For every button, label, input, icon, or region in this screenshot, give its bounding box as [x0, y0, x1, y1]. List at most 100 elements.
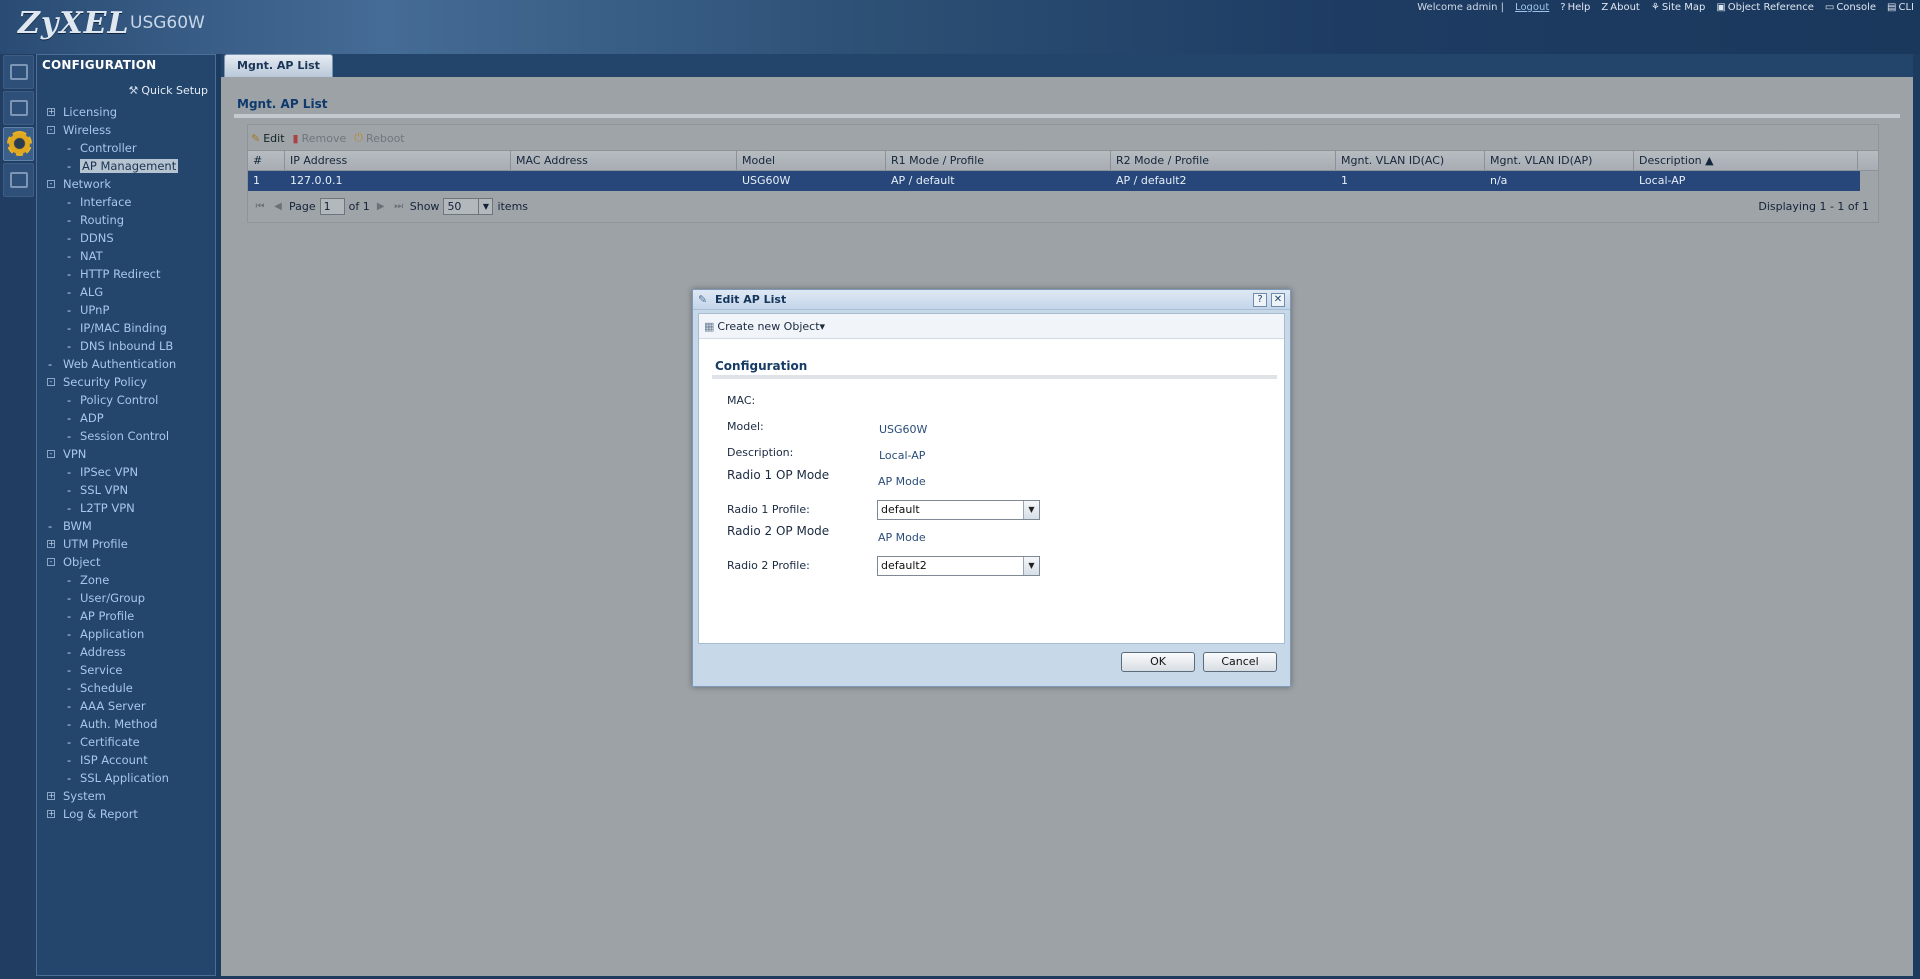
sidebar-item-vpn[interactable]: - VPN	[37, 445, 215, 463]
sidebar-item-zone[interactable]: - Zone	[37, 571, 215, 589]
edit-button[interactable]: ✎ Edit	[251, 132, 285, 145]
sidebar-item-ssl-vpn[interactable]: - SSL VPN	[37, 481, 215, 499]
dashboard-button[interactable]	[3, 55, 34, 89]
console-link[interactable]: ▭ Console	[1825, 2, 1876, 13]
sidebar-item-ap-management[interactable]: - AP Management	[37, 157, 215, 175]
column-header[interactable]: IP Address	[285, 151, 511, 170]
sidebar-item-schedule[interactable]: - Schedule	[37, 679, 215, 697]
sidebar-item-upnp[interactable]: - UPnP	[37, 301, 215, 319]
create-new-object-button[interactable]: ▦ Create new Object▾	[704, 320, 825, 333]
sidebar-item-log-report[interactable]: + Log & Report	[37, 805, 215, 823]
page-number-input[interactable]: 1	[319, 197, 345, 215]
sidebar-item-licensing[interactable]: + Licensing	[37, 103, 215, 121]
column-header[interactable]: R2 Mode / Profile	[1111, 151, 1336, 170]
sidebar-item-ip-mac-binding[interactable]: - IP/MAC Binding	[37, 319, 215, 337]
column-header[interactable]: #	[248, 151, 285, 170]
expand-icon[interactable]: +	[47, 792, 55, 800]
sidebar-item-interface[interactable]: - Interface	[37, 193, 215, 211]
sidebar-item-user-group[interactable]: - User/Group	[37, 589, 215, 607]
site-map-link[interactable]: ⚘ Site Map	[1651, 2, 1705, 13]
sidebar-item-service[interactable]: - Service	[37, 661, 215, 679]
sidebar-item-controller[interactable]: - Controller	[37, 139, 215, 157]
model-value: USG60W	[879, 423, 928, 436]
radio2-profile-select[interactable]: default2 ▼	[877, 556, 1040, 576]
model-label: Model:	[727, 420, 764, 433]
column-header[interactable]: R1 Mode / Profile	[886, 151, 1111, 170]
title-divider	[234, 114, 1900, 118]
maintenance-button[interactable]	[3, 163, 34, 197]
table-row[interactable]: 1 127.0.0.1 USG60W AP / default AP / default…	[248, 171, 1860, 191]
sidebar-item-policy-control[interactable]: - Policy Control	[37, 391, 215, 409]
sidebar-item-wireless[interactable]: - Wireless	[37, 121, 215, 139]
help-link[interactable]: ? Help	[1560, 2, 1590, 13]
sidebar-item-label: Licensing	[63, 105, 118, 119]
sidebar-item-session-control[interactable]: - Session Control	[37, 427, 215, 445]
cancel-button[interactable]: Cancel	[1203, 652, 1277, 672]
sidebar-item-nat[interactable]: - NAT	[37, 247, 215, 265]
radio1-profile-select[interactable]: default ▼	[877, 500, 1040, 520]
close-icon[interactable]: ✕	[1271, 293, 1285, 307]
expand-icon[interactable]: +	[47, 108, 55, 116]
tab-mgnt-ap-list[interactable]: Mgnt. AP List	[224, 54, 333, 77]
expand-icon[interactable]: +	[47, 810, 55, 818]
sidebar-item-ddns[interactable]: - DDNS	[37, 229, 215, 247]
sidebar-item-routing[interactable]: - Routing	[37, 211, 215, 229]
help-icon: ?	[1560, 2, 1566, 13]
sidebar-item-label: Service	[80, 663, 123, 677]
sidebar-item-system[interactable]: + System	[37, 787, 215, 805]
collapse-icon[interactable]: -	[47, 378, 55, 386]
first-page-icon[interactable]: ⏮	[253, 201, 267, 212]
page-size-select[interactable]: 50 ▼	[443, 197, 494, 215]
sidebar-item-ap-profile[interactable]: - AP Profile	[37, 607, 215, 625]
tree-bullet: -	[67, 249, 72, 263]
column-header[interactable]: MAC Address	[511, 151, 737, 170]
sidebar-item-aaa-server[interactable]: - AAA Server	[37, 697, 215, 715]
sidebar-item-web-authentication[interactable]: - Web Authentication	[37, 355, 215, 373]
column-header[interactable]: Mgnt. VLAN ID(AP)	[1485, 151, 1634, 170]
about-link[interactable]: Z About	[1601, 2, 1639, 13]
radio2-op-mode-value: AP Mode	[878, 531, 926, 544]
radio2-op-mode-label: Radio 2 OP Mode	[727, 524, 830, 538]
sidebar-item-l2tp-vpn[interactable]: - L2TP VPN	[37, 499, 215, 517]
sidebar-item-utm-profile[interactable]: + UTM Profile	[37, 535, 215, 553]
sidebar-item-ssl-application[interactable]: - SSL Application	[37, 769, 215, 787]
sidebar-item-label: SSL Application	[80, 771, 169, 785]
next-page-icon[interactable]: ▶	[374, 201, 388, 212]
reboot-button[interactable]: ⏻ Reboot	[354, 131, 404, 145]
sidebar-item-ipsec-vpn[interactable]: - IPSec VPN	[37, 463, 215, 481]
collapse-icon[interactable]: -	[47, 126, 55, 134]
sidebar-item-security-policy[interactable]: - Security Policy	[37, 373, 215, 391]
quick-setup-link[interactable]: ⚒ Quick Setup	[129, 84, 209, 97]
sidebar-item-isp-account[interactable]: - ISP Account	[37, 751, 215, 769]
sidebar-item-address[interactable]: - Address	[37, 643, 215, 661]
ok-button[interactable]: OK	[1121, 652, 1195, 672]
configuration-button[interactable]	[3, 127, 34, 161]
column-header[interactable]: Description ▲	[1634, 151, 1858, 170]
column-header[interactable]: Mgnt. VLAN ID(AC)	[1336, 151, 1485, 170]
sidebar-item-network[interactable]: - Network	[37, 175, 215, 193]
remove-button[interactable]: ▮ Remove	[293, 132, 347, 145]
collapse-icon[interactable]: -	[47, 180, 55, 188]
collapse-icon[interactable]: -	[47, 558, 55, 566]
sidebar-item-auth-method[interactable]: - Auth. Method	[37, 715, 215, 733]
sidebar-item-certificate[interactable]: - Certificate	[37, 733, 215, 751]
sidebar-item-alg[interactable]: - ALG	[37, 283, 215, 301]
sidebar-item-application[interactable]: - Application	[37, 625, 215, 643]
sidebar-item-label: Log & Report	[63, 807, 138, 821]
column-header[interactable]: Model	[737, 151, 886, 170]
sidebar-item-http-redirect[interactable]: - HTTP Redirect	[37, 265, 215, 283]
help-icon[interactable]: ?	[1253, 293, 1267, 307]
logout-link[interactable]: Logout	[1515, 2, 1549, 13]
monitor-button[interactable]	[3, 91, 34, 125]
cli-link[interactable]: ▤ CLI	[1887, 2, 1914, 13]
sidebar-item-adp[interactable]: - ADP	[37, 409, 215, 427]
sidebar-item-dns-inbound-lb[interactable]: - DNS Inbound LB	[37, 337, 215, 355]
sidebar-item-object[interactable]: - Object	[37, 553, 215, 571]
object-reference-link[interactable]: ▣ Object Reference	[1716, 2, 1814, 13]
collapse-icon[interactable]: -	[47, 450, 55, 458]
sidebar-item-bwm[interactable]: - BWM	[37, 517, 215, 535]
prev-page-icon[interactable]: ◀	[271, 201, 285, 212]
last-page-icon[interactable]: ⏭	[392, 201, 406, 212]
expand-icon[interactable]: +	[47, 540, 55, 548]
page-title: Mgnt. AP List	[237, 97, 328, 111]
